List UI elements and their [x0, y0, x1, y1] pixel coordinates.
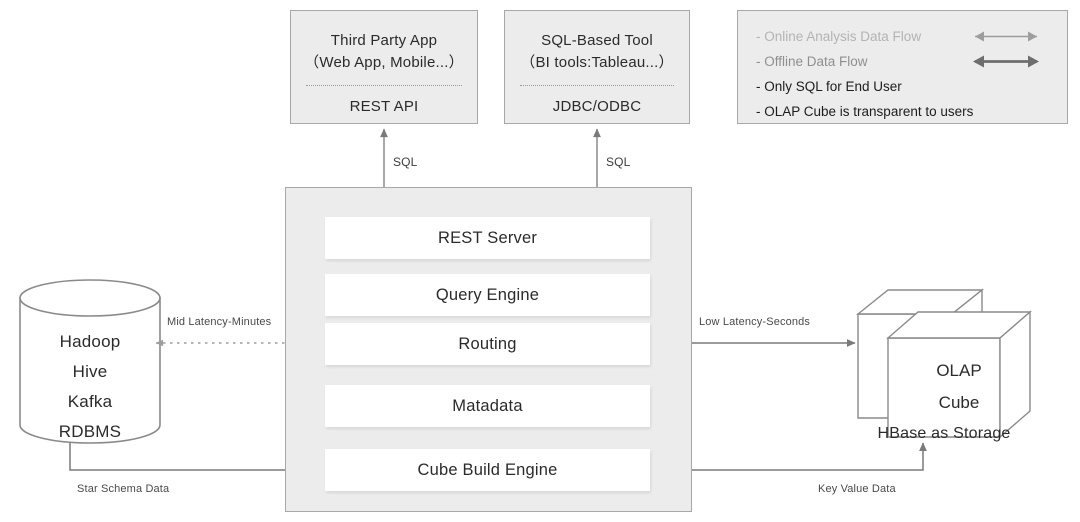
- client-title: Third Party App （Web App, Mobile...）: [304, 11, 464, 74]
- edge-label-star-schema: Star Schema Data: [77, 483, 170, 495]
- service-cube-build-engine[interactable]: Cube Build Engine: [325, 449, 650, 491]
- client-box-third-party-app: Third Party App （Web App, Mobile...） RES…: [290, 10, 478, 124]
- client-interface-label: REST API: [349, 98, 419, 115]
- legend-item-only-sql: - Only SQL for End User: [756, 74, 1067, 99]
- edge-label-mid-latency: Mid Latency-Minutes: [167, 316, 272, 328]
- olap-cube-label: OLAP Cube: [894, 355, 1024, 419]
- storage-line-kafka: Kafka: [67, 392, 113, 411]
- legend-item-label: - Offline Data Flow: [756, 54, 868, 69]
- legend-item-online-analysis: - Online Analysis Data Flow: [756, 24, 1067, 49]
- legend-item-offline-flow: - Offline Data Flow: [756, 49, 1067, 74]
- service-label: Query Engine: [435, 285, 540, 304]
- thin-double-arrow-icon: [967, 24, 1045, 49]
- legend-box: - Online Analysis Data Flow - Offline Da…: [737, 10, 1068, 124]
- client-title-line2: （BI tools:Tableau...）: [520, 54, 674, 71]
- client-title-line2: （Web App, Mobile...）: [304, 54, 464, 71]
- legend-item-label: - Only SQL for End User: [756, 79, 902, 94]
- storage-source-labels: Hadoop Hive Kafka RDBMS: [20, 327, 160, 447]
- client-title-line1: Third Party App: [330, 32, 438, 49]
- legend-item-label: - OLAP Cube is transparent to users: [756, 104, 974, 119]
- divider: [519, 85, 675, 86]
- client-title-line1: SQL-Based Tool: [541, 32, 653, 49]
- divider: [305, 85, 463, 86]
- legend-list: - Online Analysis Data Flow - Offline Da…: [738, 11, 1067, 123]
- service-label: REST Server: [437, 228, 538, 247]
- cube-label-line2: Cube: [938, 393, 980, 412]
- storage-line-rdbms: RDBMS: [58, 422, 122, 441]
- service-query-engine[interactable]: Query Engine: [325, 274, 650, 316]
- service-matadata[interactable]: Matadata: [325, 385, 650, 427]
- storage-line-hadoop: Hadoop: [59, 332, 121, 351]
- client-interface-label: JDBC/ODBC: [552, 98, 642, 115]
- service-routing[interactable]: Routing: [325, 323, 650, 365]
- client-title: SQL-Based Tool （BI tools:Tableau...）: [520, 11, 673, 74]
- edge-label-sql-left: SQL: [393, 155, 418, 169]
- service-label: Matadata: [452, 396, 523, 415]
- edge-label-low-latency: Low Latency-Seconds: [699, 316, 811, 328]
- storage-line-hive: Hive: [72, 362, 108, 381]
- thick-double-arrow-icon: [967, 49, 1045, 74]
- legend-item-label: - Online Analysis Data Flow: [756, 29, 922, 44]
- hbase-storage-caption: HBase as Storage: [877, 425, 1011, 442]
- service-label: Routing: [458, 334, 517, 353]
- service-label: Cube Build Engine: [417, 460, 558, 479]
- legend-item-olap-transparent: - OLAP Cube is transparent to users: [756, 99, 1067, 124]
- service-rest-server[interactable]: REST Server: [325, 217, 650, 259]
- edge-label-sql-right: SQL: [606, 155, 631, 169]
- cube-label-line1: OLAP: [936, 361, 982, 380]
- edge-label-key-value: Key Value Data: [818, 483, 896, 495]
- kylin-server-panel: REST Server Query Engine Routing Matadat…: [285, 187, 692, 512]
- architecture-diagram: Third Party App （Web App, Mobile...） RES…: [0, 0, 1080, 522]
- client-box-sql-based-tool: SQL-Based Tool （BI tools:Tableau...） JDB…: [504, 10, 690, 124]
